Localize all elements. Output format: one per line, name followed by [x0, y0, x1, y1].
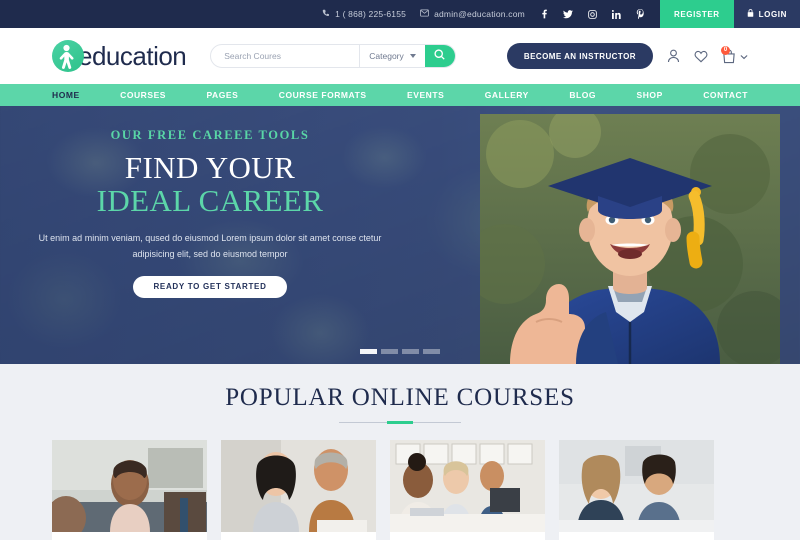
nav-item-contact[interactable]: CONTACT	[703, 90, 748, 100]
chevron-down-icon	[409, 54, 416, 58]
instagram-icon[interactable]	[587, 9, 598, 20]
slider-dot-3[interactable]	[402, 349, 419, 354]
logo[interactable]: education	[52, 40, 187, 72]
nav-item-course-formats[interactable]: COURSE FORMATS	[279, 90, 367, 100]
hero-paragraph: Ut enim ad minim veniam, qused do eiusmo…	[38, 233, 382, 259]
register-button[interactable]: REGISTER	[659, 0, 734, 28]
two-people-desk-photo	[221, 440, 376, 532]
chevron-down-icon[interactable]	[740, 47, 748, 65]
section-divider	[0, 421, 800, 424]
hero-title-line-1: FIND YOUR	[124, 150, 296, 185]
category-dropdown[interactable]: Category	[359, 45, 425, 67]
lock-icon	[747, 9, 754, 19]
nav-item-blog[interactable]: BLOG	[569, 90, 596, 100]
slider-dot-1[interactable]	[360, 349, 377, 354]
hero-slider: OUR FREE CAREEE TOOLS FIND YOUR IDEAL CA…	[0, 106, 800, 364]
course-card[interactable]: PhotographyLorem ipsum dolor sit amet co…	[390, 440, 545, 540]
search-icon	[434, 47, 445, 65]
main-navigation: HOME COURSES PAGES COURSE FORMATS EVENTS GALL…	[0, 84, 800, 106]
login-label: LOGIN	[758, 9, 787, 19]
logo-text: education	[78, 40, 187, 71]
divider-left	[339, 422, 387, 423]
cart-badge: 0	[721, 45, 730, 55]
phone-icon	[322, 9, 330, 19]
divider-right	[413, 422, 461, 423]
slider-indicators	[0, 349, 800, 354]
nav-item-events[interactable]: EVENTS	[407, 90, 444, 100]
nav-item-gallery[interactable]: GALLERY	[485, 90, 529, 100]
slider-dot-2[interactable]	[381, 349, 398, 354]
popular-courses-section: POPULAR ONLINE COURSES PhotographyLorem …	[0, 364, 800, 540]
shopping-bag-icon: 0	[721, 45, 736, 64]
login-button[interactable]: LOGIN	[733, 0, 800, 28]
ready-to-get-started-button[interactable]: READY TO GET STARTED	[133, 275, 287, 298]
twitter-icon[interactable]	[563, 9, 574, 20]
facebook-icon[interactable]	[539, 9, 550, 20]
search-button[interactable]	[424, 45, 455, 67]
course-card-list: PhotographyLorem ipsum dolor sit amet co…	[0, 440, 800, 540]
logo-person-icon	[52, 40, 84, 72]
user-icon[interactable]	[667, 49, 680, 63]
top-bar: 1 ( 868) 225-6155 admin@education.com RE…	[0, 0, 800, 28]
graduate-photo	[480, 114, 780, 364]
email-info: admin@education.com	[420, 9, 525, 19]
search-input[interactable]	[211, 45, 360, 67]
become-instructor-button[interactable]: BECOME AN INSTRUCTOR	[506, 43, 653, 69]
course-card[interactable]: PhotographyLorem ipsum dolor sit amet co…	[221, 440, 376, 540]
search-bar[interactable]: Category	[210, 44, 456, 68]
nav-item-pages[interactable]: PAGES	[206, 90, 238, 100]
site-header: education Category BECOME AN INSTRUCTOR …	[0, 28, 800, 84]
linkedin-icon[interactable]	[611, 9, 622, 20]
phone-info: 1 ( 868) 225-6155	[322, 9, 406, 19]
category-label: Category	[369, 51, 404, 61]
hero-kicker: OUR FREE CAREEE TOOLS	[110, 128, 310, 142]
envelope-icon	[420, 9, 429, 19]
slider-dot-4[interactable]	[423, 349, 440, 354]
cart[interactable]: 0	[721, 45, 748, 65]
office-meeting-photo	[390, 440, 545, 532]
divider-center	[387, 421, 413, 424]
heart-icon[interactable]	[694, 50, 708, 63]
course-card[interactable]: PhotographyLorem ipsum dolor sit amet co…	[52, 440, 207, 540]
section-title: POPULAR ONLINE COURSES	[225, 384, 575, 411]
course-card[interactable]: PhotographyLorem ipsum dolor sit amet co…	[559, 440, 714, 540]
header-actions: BECOME AN INSTRUCTOR 0	[506, 43, 748, 69]
nav-item-courses[interactable]: COURSES	[120, 90, 166, 100]
hero-content: OUR FREE CAREEE TOOLS FIND YOUR IDEAL CA…	[0, 128, 420, 298]
nav-item-home[interactable]: HOME	[52, 90, 80, 100]
classroom-student-photo	[52, 440, 207, 532]
pinterest-icon[interactable]	[635, 9, 646, 20]
email-address: admin@education.com	[434, 9, 525, 19]
social-links	[539, 9, 646, 20]
phone-number: 1 ( 868) 225-6155	[335, 9, 407, 19]
nav-item-shop[interactable]: SHOP	[637, 90, 663, 100]
hero-title-line-2: IDEAL CAREER	[96, 183, 324, 219]
women-computers-photo	[559, 440, 714, 532]
